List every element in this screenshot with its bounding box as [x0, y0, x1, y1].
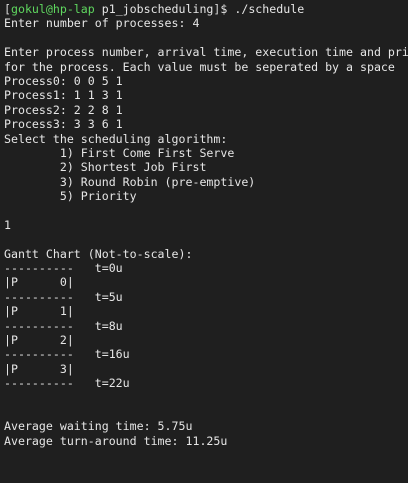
prompt-user-host: gokul@hp-lap	[10, 2, 95, 16]
output-algorithm-option-3: 3) Round Robin (pre-emptive)	[4, 174, 256, 189]
output-process-2: Process2: 2 2 8 1	[4, 102, 123, 117]
output-algorithm-prompt: Select the scheduling algorithm:	[4, 131, 228, 146]
shell-prompt-line: [gokul@hp-lap p1_jobscheduling]$ ./sched…	[4, 2, 408, 16]
gantt-divider-time: ---------- t=16u	[4, 347, 130, 362]
output-blank-line	[4, 405, 408, 419]
output-process-0: Process0: 0 0 5 1	[4, 73, 123, 88]
terminal-window[interactable]: [gokul@hp-lap p1_jobscheduling]$ ./sched…	[0, 0, 408, 483]
prompt-directory: p1_jobscheduling	[94, 2, 214, 16]
gantt-process-row: |P 1|	[4, 304, 74, 319]
output-algorithm-option-1: 1) First Come First Serve	[4, 145, 235, 160]
gantt-chart-title: Gantt Chart (Not-to-scale):	[4, 246, 193, 261]
output-blank-line	[4, 203, 408, 217]
output-process-1: Process1: 1 1 3 1	[4, 88, 123, 103]
output-algorithm-option-5: 5) Priority	[4, 189, 137, 204]
gantt-divider-time: ---------- t=8u	[4, 318, 123, 333]
gantt-divider-time: ---------- t=0u	[4, 261, 123, 276]
prompt-open-bracket: [	[4, 2, 11, 16]
output-blank-line	[4, 232, 408, 246]
gantt-process-row: |P 0|	[4, 275, 74, 290]
output-process-3: Process3: 3 3 6 1	[4, 117, 123, 132]
output-blank-line	[4, 391, 408, 405]
output-algorithm-option-2: 2) Shortest Job First	[4, 160, 207, 175]
gantt-divider-time: ---------- t=5u	[4, 289, 123, 304]
output-selected-algorithm: 1	[4, 217, 11, 232]
gantt-process-row: |P 3|	[4, 361, 74, 376]
output-process-count: Enter number of processes: 4	[4, 16, 200, 31]
prompt-command: ./schedule	[227, 2, 305, 16]
gantt-divider-time: ---------- t=22u	[4, 376, 130, 391]
gantt-process-row: |P 2|	[4, 332, 74, 347]
output-blank-line	[4, 31, 408, 45]
average-turnaround-time: Average turn-around time: 11.25u	[4, 433, 228, 448]
average-waiting-time: Average waiting time: 5.75u	[4, 419, 193, 434]
output-instruction-line-1: Enter process number, arrival time, exec…	[4, 45, 408, 60]
output-instruction-line-2: for the process. Each value must be sepe…	[4, 59, 395, 74]
